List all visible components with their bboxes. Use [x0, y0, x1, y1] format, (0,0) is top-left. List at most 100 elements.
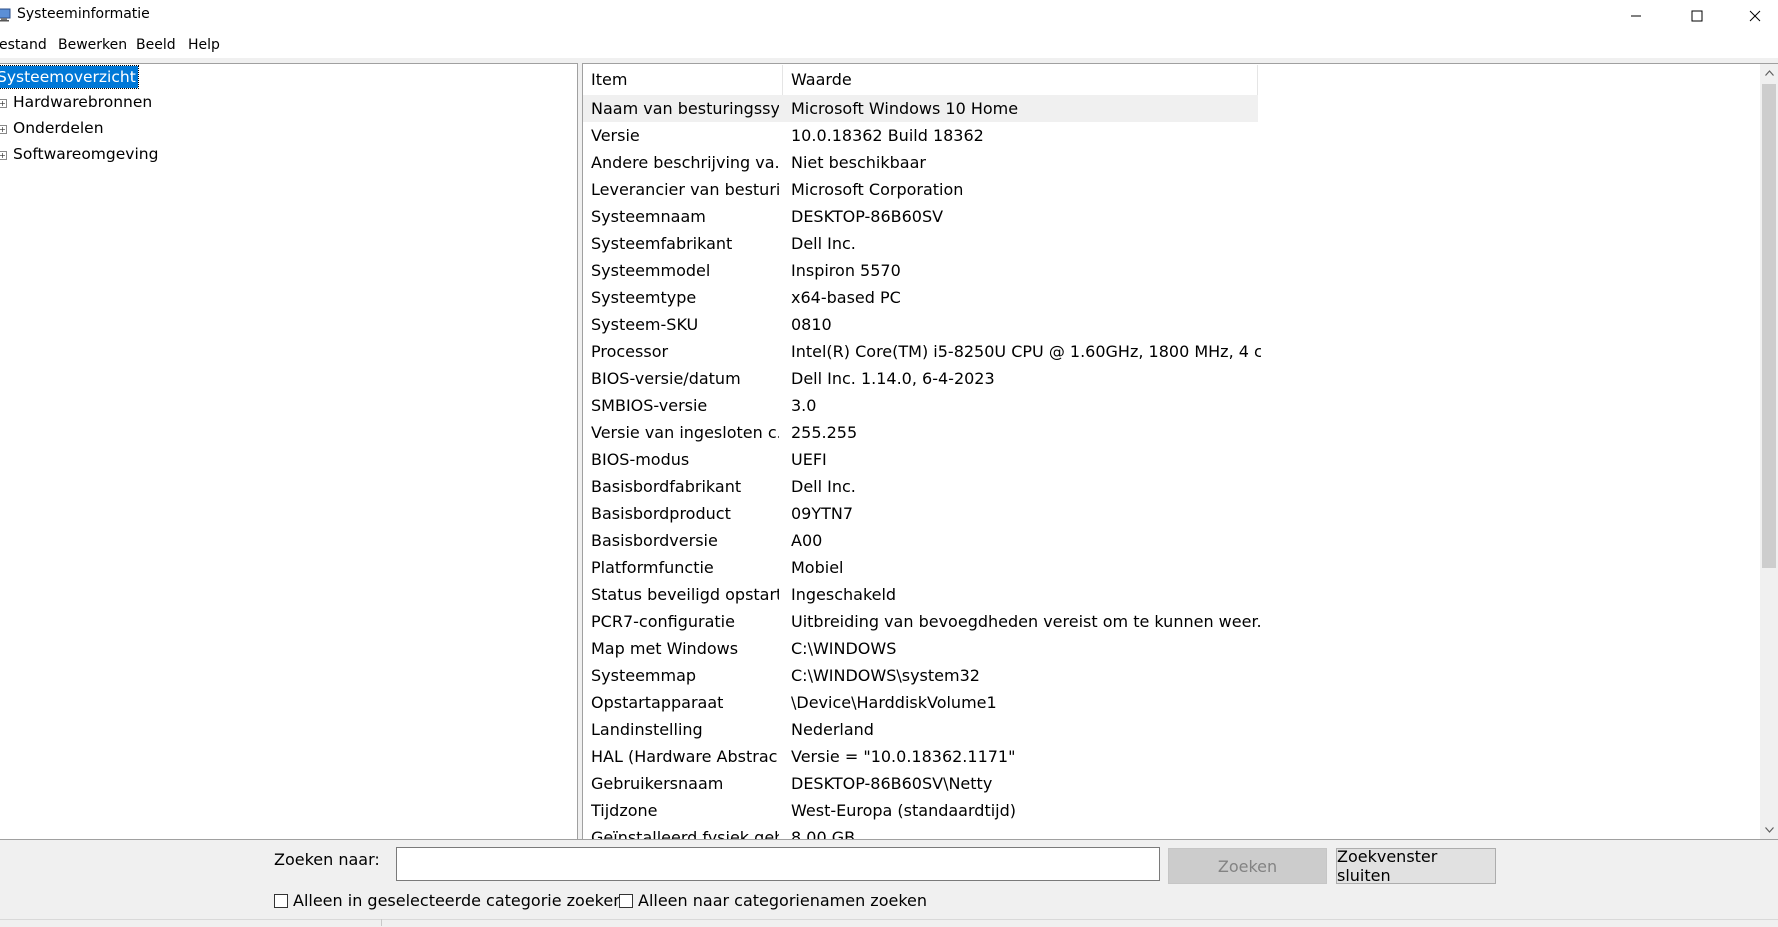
- table-row[interactable]: Processor Intel(R) Core(TM) i5-8250U CPU …: [583, 338, 1733, 365]
- cell-item: Opstartapparaat: [591, 693, 724, 712]
- cell-value: 8,00 GB: [791, 828, 856, 839]
- cell-value: Dell Inc.: [791, 234, 856, 253]
- search-selected-category-checkbox[interactable]: Alleen in geselecteerde categorie zoeken: [274, 891, 623, 910]
- vertical-scrollbar[interactable]: [1760, 64, 1778, 839]
- list-rows: Naam van besturingssy... Microsoft Window…: [583, 95, 1733, 839]
- cell-value: Microsoft Corporation: [791, 180, 964, 199]
- cell-value: West-Europa (standaardtijd): [791, 801, 1016, 820]
- title-bar: Systeeminformatie: [0, 0, 1778, 32]
- cell-value: 09YTN7: [791, 504, 854, 523]
- cell-item: SMBIOS-versie: [591, 396, 708, 415]
- scroll-up-button[interactable]: [1760, 64, 1778, 82]
- cell-item: Basisbordfabrikant: [591, 477, 742, 496]
- cell-item: BIOS-versie/datum: [591, 369, 741, 388]
- cell-item: Landinstelling: [591, 720, 703, 739]
- system-info-app-icon: [0, 7, 11, 22]
- table-row[interactable]: Systeemnaam DESKTOP-86B60SV: [583, 203, 1733, 230]
- table-row[interactable]: HAL (Hardware Abstrac... Versie = "10.0.1…: [583, 743, 1733, 770]
- status-divider: [381, 919, 382, 926]
- table-row[interactable]: Landinstelling Nederland: [583, 716, 1733, 743]
- table-row[interactable]: Systeem-SKU 0810: [583, 311, 1733, 338]
- cell-value: UEFI: [791, 450, 827, 469]
- cell-item: HAL (Hardware Abstrac...: [591, 747, 779, 766]
- scroll-thumb[interactable]: [1762, 84, 1776, 568]
- cell-value: \Device\HarddiskVolume1: [791, 693, 997, 712]
- table-row[interactable]: Basisbordfabrikant Dell Inc.: [583, 473, 1733, 500]
- table-row[interactable]: Andere beschrijving va... Niet beschikbaa…: [583, 149, 1733, 176]
- checkbox-box[interactable]: [619, 893, 633, 908]
- close-search-button[interactable]: Zoekvenster sluiten: [1336, 847, 1496, 885]
- minimize-icon: [1631, 15, 1641, 17]
- checkbox-box[interactable]: [274, 893, 288, 908]
- table-row[interactable]: Systeemmodel Inspiron 5570: [583, 257, 1733, 284]
- expand-icon[interactable]: +: [0, 151, 7, 160]
- scroll-down-button[interactable]: [1760, 821, 1778, 839]
- cell-value: Microsoft Windows 10 Home: [791, 99, 1019, 118]
- minimize-button[interactable]: [1610, 0, 1662, 32]
- table-row[interactable]: BIOS-modus UEFI: [583, 446, 1733, 473]
- tree-item-system-summary[interactable]: Systeemoverzicht: [0, 65, 139, 89]
- details-list[interactable]: Item Waarde Naam van besturingssy... Micr…: [582, 63, 1778, 839]
- table-row[interactable]: Platformfunctie Mobiel: [583, 554, 1733, 581]
- table-row[interactable]: BIOS-versie/datum Dell Inc. 1.14.0, 6-4-2…: [583, 365, 1733, 392]
- cell-value: Uitbreiding van bevoegdheden vereist om …: [791, 612, 1261, 631]
- table-row[interactable]: Systeemmap C:\WINDOWS\system32: [583, 662, 1733, 689]
- column-header-item[interactable]: Item: [583, 65, 783, 95]
- window-title: Systeeminformatie: [17, 6, 150, 22]
- menu-file[interactable]: estand: [0, 37, 47, 53]
- maximize-button[interactable]: [1671, 0, 1723, 32]
- table-row[interactable]: Opstartapparaat \Device\HarddiskVolume1: [583, 689, 1733, 716]
- chevron-up-icon: [1764, 70, 1774, 76]
- table-row[interactable]: Basisbordversie A00: [583, 527, 1733, 554]
- list-header: Item Waarde: [583, 65, 1258, 96]
- table-row[interactable]: Basisbordproduct 09YTN7: [583, 500, 1733, 527]
- cell-item: Status beveiligd opstart...: [591, 585, 779, 604]
- menu-bar: estand Bewerken Beeld Help: [0, 34, 1778, 58]
- cell-item: Systeemtype: [591, 288, 697, 307]
- cell-value: 10.0.18362 Build 18362: [791, 126, 984, 145]
- expand-icon[interactable]: +: [0, 125, 7, 134]
- column-header-value[interactable]: Waarde: [783, 65, 1258, 95]
- table-row[interactable]: Naam van besturingssy... Microsoft Window…: [583, 95, 1258, 122]
- table-row[interactable]: SMBIOS-versie 3.0: [583, 392, 1733, 419]
- tree-item-components[interactable]: Onderdelen: [13, 119, 104, 137]
- table-row[interactable]: Leverancier van besturi... Microsoft Corp…: [583, 176, 1733, 203]
- cell-value: Dell Inc. 1.14.0, 6-4-2023: [791, 369, 995, 388]
- search-category-names-checkbox[interactable]: Alleen naar categorienamen zoeken: [619, 891, 927, 910]
- menu-help[interactable]: Help: [188, 37, 220, 53]
- cell-value: Niet beschikbaar: [791, 153, 926, 172]
- table-row[interactable]: Versie 10.0.18362 Build 18362: [583, 122, 1733, 149]
- cell-value: x64-based PC: [791, 288, 901, 307]
- table-row[interactable]: Systeemfabrikant Dell Inc.: [583, 230, 1733, 257]
- expand-icon[interactable]: +: [0, 99, 7, 108]
- tree-item-software-environment[interactable]: Softwareomgeving: [13, 145, 158, 163]
- close-button[interactable]: [1729, 0, 1778, 32]
- table-row[interactable]: Map met Windows C:\WINDOWS: [583, 635, 1733, 662]
- cell-item: Basisbordversie: [591, 531, 718, 550]
- checkbox-label: Alleen in geselecteerde categorie zoeken: [293, 891, 624, 910]
- table-row[interactable]: Gebruikersnaam DESKTOP-86B60SV\Netty: [583, 770, 1733, 797]
- menu-edit[interactable]: Bewerken: [58, 37, 127, 53]
- table-row[interactable]: PCR7-configuratie Uitbreiding van bevoegd…: [583, 608, 1733, 635]
- table-row[interactable]: Versie van ingesloten c... 255.255: [583, 419, 1733, 446]
- menu-view[interactable]: Beeld: [136, 37, 176, 53]
- table-row[interactable]: Status beveiligd opstart... Ingeschakeld: [583, 581, 1733, 608]
- table-row[interactable]: Geïnstalleerd fysiek geh... 8,00 GB: [583, 824, 1733, 839]
- search-button[interactable]: Zoeken: [1168, 848, 1327, 884]
- table-row[interactable]: Tijdzone West-Europa (standaardtijd): [583, 797, 1733, 824]
- tree-item-hardware-resources[interactable]: Hardwarebronnen: [13, 93, 152, 111]
- cell-value: A00: [791, 531, 823, 550]
- cell-value: C:\WINDOWS\system32: [791, 666, 980, 685]
- table-row[interactable]: Systeemtype x64-based PC: [583, 284, 1733, 311]
- cell-value: Versie = "10.0.18362.1171": [791, 747, 1016, 766]
- cell-item: Naam van besturingssy...: [591, 99, 779, 118]
- chevron-down-icon: [1764, 827, 1774, 833]
- maximize-icon: [1691, 10, 1703, 22]
- cell-item: Map met Windows: [591, 639, 739, 658]
- cell-item: Leverancier van besturi...: [591, 180, 779, 199]
- cell-value: DESKTOP-86B60SV: [791, 207, 944, 226]
- search-input[interactable]: [396, 847, 1160, 881]
- cell-item: Andere beschrijving va...: [591, 153, 779, 172]
- cell-item: Systeemmap: [591, 666, 697, 685]
- category-tree[interactable]: [0, 63, 578, 839]
